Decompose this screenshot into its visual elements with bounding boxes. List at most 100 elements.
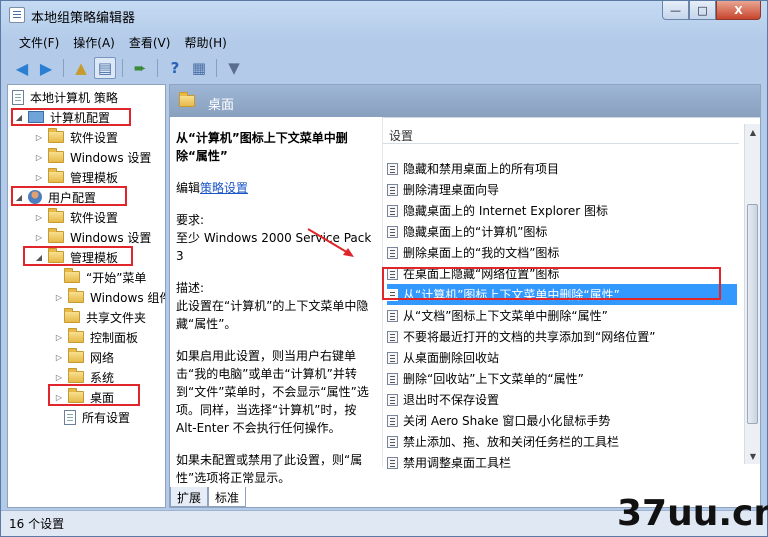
setting-label: 不要将最近打开的文档的共享添加到“网络位置”	[403, 330, 656, 344]
settings-list-icon	[64, 409, 76, 425]
expand-icon[interactable]: ▷	[34, 213, 44, 222]
setting-label: 隐藏桌面上的 Internet Explorer 图标	[403, 204, 609, 218]
setting-row[interactable]: 隐藏桌面上的“计算机”图标	[387, 221, 737, 242]
expand-icon[interactable]: ▷	[54, 333, 64, 342]
folder-icon	[48, 228, 64, 243]
tree-item-admin-templates[interactable]: ▷ 管理模板	[34, 167, 118, 187]
tree-item-control-panel[interactable]: ▷ 控制面板	[54, 327, 138, 347]
highlight-admin-templates	[23, 246, 133, 266]
back-icon[interactable]: ◀	[11, 57, 33, 79]
tree-item-network[interactable]: ▷ 网络	[54, 347, 114, 367]
tree-item-all-settings[interactable]: 所有设置	[64, 407, 130, 427]
tree-item-windows-components[interactable]: ▷ Windows 组件	[54, 287, 166, 307]
setting-label: 隐藏桌面上的“计算机”图标	[403, 225, 548, 239]
menu-action[interactable]: 操作(A)	[67, 31, 123, 53]
edit-prefix: 编辑	[176, 181, 201, 195]
export-icon[interactable]: ➨	[129, 57, 151, 79]
setting-row[interactable]: 隐藏和禁用桌面上的所有项目	[387, 158, 737, 179]
menu-help[interactable]: 帮助(H)	[178, 31, 234, 53]
setting-row[interactable]: 退出时不保存设置	[387, 389, 737, 410]
tree-item-shared-folders[interactable]: 共享文件夹	[64, 307, 146, 327]
policy-icon	[12, 89, 24, 105]
tree-label: Windows 设置	[70, 230, 152, 245]
tab-extended[interactable]: 扩展	[170, 487, 209, 507]
setting-icon	[387, 351, 398, 364]
tree-item-windows-settings[interactable]: ▷ Windows 设置	[34, 147, 151, 167]
annotation-arrow-icon	[307, 228, 354, 257]
folder-up-icon[interactable]: ▲	[70, 57, 92, 79]
expand-icon[interactable]: ▷	[54, 353, 64, 362]
tree-root[interactable]: 本地计算机 策略	[12, 87, 118, 107]
tree-item-start-menu[interactable]: “开始”菜单	[64, 267, 146, 287]
properties-icon[interactable]: ▦	[188, 57, 210, 79]
tree-item-software[interactable]: ▷ 软件设置	[34, 127, 118, 147]
folder-icon	[68, 328, 84, 343]
minimize-button[interactable]: —	[662, 1, 689, 20]
watermark: 37uu.cn	[617, 493, 768, 534]
setting-label: 从桌面删除回收站	[403, 351, 500, 365]
setting-row[interactable]: 从“文档”图标上下文菜单中删除“属性”	[387, 305, 737, 326]
setting-row[interactable]: 禁用调整桌面工具栏	[387, 452, 737, 473]
expand-icon[interactable]: ▷	[54, 373, 64, 382]
vertical-scrollbar[interactable]: ▲ ▼	[744, 124, 760, 464]
setting-row[interactable]: 禁止添加、拖、放和关闭任务栏的工具栏	[387, 431, 737, 452]
setting-row[interactable]: 删除清理桌面向导	[387, 179, 737, 200]
setting-label: 禁止添加、拖、放和关闭任务栏的工具栏	[403, 435, 620, 449]
setting-label: 禁用调整桌面工具栏	[403, 456, 512, 470]
tree-label: Windows 组件	[90, 290, 166, 305]
setting-row[interactable]: 不要将最近打开的文档的共享添加到“网络位置”	[387, 326, 737, 347]
setting-icon	[387, 183, 398, 196]
setting-label: 隐藏和禁用桌面上的所有项目	[403, 162, 560, 176]
menu-bar: 文件(F) 操作(A) 查看(V) 帮助(H)	[1, 31, 767, 53]
expand-icon[interactable]: ▷	[54, 293, 64, 302]
tree-label: 控制面板	[90, 330, 139, 345]
folder-icon	[48, 128, 64, 143]
setting-label: 删除“回收站”上下文菜单的“属性”	[403, 372, 584, 386]
menu-file[interactable]: 文件(F)	[13, 31, 67, 53]
edit-policy-link[interactable]: 策略设置	[200, 181, 248, 195]
expand-icon[interactable]: ▷	[34, 153, 44, 162]
maximize-button[interactable]: □	[689, 1, 716, 20]
policy-tree[interactable]: 本地计算机 策略 ◢ 计算机配置 ▷ 软件设置 ▷ Windows 设置 ▷ 管…	[7, 84, 166, 508]
setting-row[interactable]: 隐藏桌面上的 Internet Explorer 图标	[387, 200, 737, 221]
setting-row[interactable]: 从桌面删除回收站	[387, 347, 737, 368]
scroll-up-icon[interactable]: ▲	[745, 124, 761, 140]
setting-icon	[387, 225, 398, 238]
setting-icon	[387, 204, 398, 217]
forward-icon[interactable]: ▶	[35, 57, 57, 79]
tab-standard[interactable]: 标准	[208, 487, 247, 507]
description-panel: 从“计算机”图标上下文菜单中删除“属性” 编辑策略设置 要求: 至少 Window…	[170, 117, 378, 485]
scroll-thumb[interactable]	[747, 204, 758, 424]
scroll-down-icon[interactable]: ▼	[745, 448, 761, 464]
tree-label: 管理模板	[70, 170, 119, 185]
folder-icon	[179, 92, 195, 107]
description-text: 此设置在“计算机”的上下文菜单中隐藏“属性”。	[176, 299, 369, 331]
tree-label: 系统	[90, 370, 115, 385]
setting-icon	[387, 456, 398, 469]
expand-icon[interactable]: ▷	[34, 133, 44, 142]
setting-row[interactable]: 删除桌面上的“我的文档”图标	[387, 242, 737, 263]
tree-item-windows-settings[interactable]: ▷ Windows 设置	[34, 227, 151, 247]
filter-icon[interactable]: ▼	[223, 57, 245, 79]
close-button[interactable]: X	[716, 1, 761, 20]
highlight-desktop	[48, 384, 140, 406]
tree-label: 网络	[90, 350, 115, 365]
settings-column-header[interactable]: 设置	[383, 118, 739, 144]
expand-icon[interactable]: ▷	[34, 233, 44, 242]
highlight-computer-config	[11, 108, 131, 126]
tree-item-software[interactable]: ▷ 软件设置	[34, 207, 118, 227]
menu-view[interactable]: 查看(V)	[123, 31, 179, 53]
help-icon[interactable]: ?	[164, 57, 186, 79]
tree-label: 所有设置	[82, 410, 131, 425]
policy-editor-icon	[9, 7, 25, 23]
enabled-text: 如果启用此设置，则当用户右键单击“我的电脑”或单击“计算机”并转到“文件”菜单时…	[176, 349, 369, 435]
title-bar[interactable]: 本地组策略编辑器 — □ X	[1, 1, 767, 31]
details-title: 桌面	[208, 98, 235, 113]
details-header: 桌面	[170, 85, 760, 117]
show-tree-icon[interactable]: ▤	[94, 57, 116, 79]
tree-label: 软件设置	[70, 210, 119, 225]
setting-row[interactable]: 删除“回收站”上下文菜单的“属性”	[387, 368, 737, 389]
policy-title: 从“计算机”图标上下文菜单中删除“属性”	[176, 131, 348, 163]
setting-row[interactable]: 关闭 Aero Shake 窗口最小化鼠标手势	[387, 410, 737, 431]
expand-icon[interactable]: ▷	[34, 173, 44, 182]
